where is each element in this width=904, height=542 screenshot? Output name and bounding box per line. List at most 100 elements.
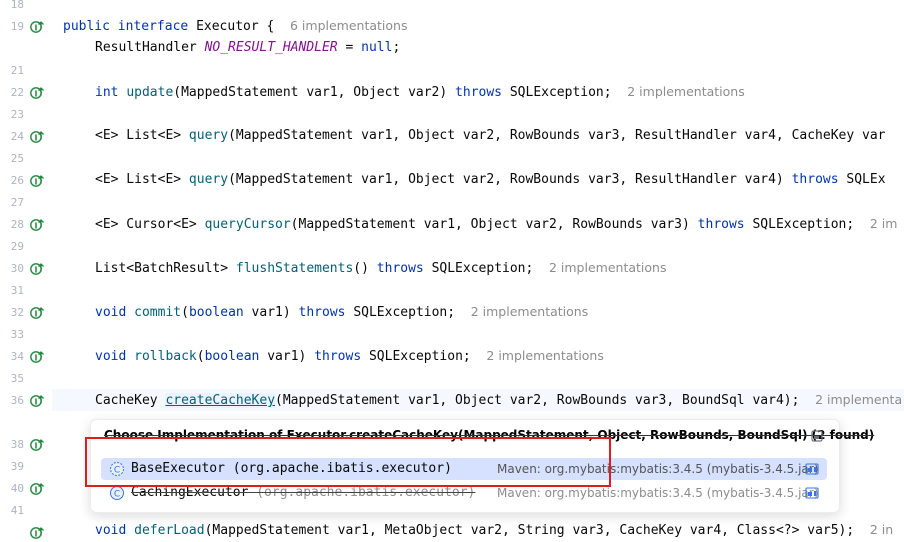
code-line-defer-load[interactable]: void deferLoad(MappedStatement var1, Met… [95,519,893,541]
class-icon: C [110,486,124,500]
keyword: throws [314,349,362,364]
implemented-method-icon[interactable]: I [29,217,45,233]
line-number: 24 [10,130,24,143]
keyword: interface [117,19,189,34]
line-number: 41 [10,504,24,517]
exception: SQLException; [744,217,855,232]
keyword: throws [455,85,503,100]
svg-text:I: I [35,178,38,187]
params: var1) [243,305,299,320]
implemented-method-icon[interactable]: I [29,19,45,35]
implemented-method-icon[interactable]: I [29,481,45,497]
code-line-interface-decl[interactable]: public interface Executor { 6 implementa… [63,15,407,37]
keyword: boolean [188,305,244,320]
params: (MappedStatement var1, Object var2) [173,85,456,100]
line-number: 35 [10,372,24,385]
line-number: 30 [10,262,24,275]
implementations-hint[interactable]: 2 implementations [627,84,744,99]
implemented-method-icon[interactable]: I [29,525,45,541]
implemented-method-icon[interactable]: I [29,173,45,189]
implemented-method-icon[interactable]: I [29,85,45,101]
maven-location: Maven: org.mybatis:mybatis:3.4.5 (mybati… [497,462,819,476]
line-number: 38 [10,438,24,451]
line-number: 32 [10,306,24,319]
implementations-hint[interactable]: 2 implementations [486,348,603,363]
keyword: public [63,19,110,34]
method-name: query [188,172,229,187]
line-number: 28 [10,218,24,231]
implementations-hint[interactable]: 2 implementa [815,392,902,407]
implemented-method-icon[interactable]: I [29,305,45,321]
line-number: 22 [10,86,24,99]
code-line-query[interactable]: <E> List<E> query(MappedStatement var1, … [95,125,886,147]
svg-text:I: I [35,266,38,275]
code-line-flush-statements[interactable]: List<BatchResult> flushStatements() thro… [95,257,666,279]
keyword: boolean [204,349,260,364]
method-name-link[interactable]: createCacheKey [165,393,276,408]
line-number: 34 [10,350,24,363]
keyword: void [95,305,127,320]
exception: SQLException; [345,305,456,320]
implementations-hint[interactable]: 2 implementations [549,260,666,275]
open-in-find-window-icon[interactable] [811,430,823,442]
return-type: List<BatchResult> [95,261,236,276]
params: () [353,261,377,276]
method-name: rollback [134,349,197,364]
svg-text:C: C [114,465,120,475]
code-line-query-cursor[interactable]: <E> Cursor<E> queryCursor(MappedStatemen… [95,213,897,235]
params: var1) [259,349,315,364]
line-number: 36 [10,394,24,407]
implementation-name-row: BaseExecutor (org.apache.ibatis.executor… [131,458,452,480]
choose-implementation-popup[interactable]: Choose Implementation of Executor.create… [90,419,874,513]
implementations-hint[interactable]: 2 in [870,522,893,537]
keyword: int [95,85,119,100]
editor-gutter: 18 19 21 22 23 24 25 26 27 28 29 30 31 3… [0,0,52,539]
svg-text:I: I [35,310,38,319]
line-number: 19 [10,20,24,33]
params: (MappedStatement var1, Object var2, RowB… [228,172,792,187]
params: (MappedStatement var1, Object var2, RowB… [228,128,886,143]
jar-library-icon [805,487,819,499]
implementations-hint[interactable]: 2 im [870,216,898,231]
line-number: 29 [10,240,24,253]
implemented-method-icon[interactable]: I [29,261,45,277]
package-name: (org.apache.ibatis.executor) [224,461,452,476]
params: (MappedStatement var1, Object var2, RowB… [275,393,800,408]
exception: SQLException; [361,349,471,364]
method-name: queryCursor [204,217,291,232]
keyword: null [361,40,393,55]
keyword: void [95,523,127,538]
implementations-hint[interactable]: 6 implementations [290,18,407,33]
implementation-item-base-executor[interactable]: C BaseExecutor (org.apache.ibatis.execut… [101,458,827,480]
exception: SQLException; [502,85,612,100]
method-name: flushStatements [235,261,354,276]
implemented-method-icon[interactable]: I [29,437,45,453]
params: (MappedStatement var1, MetaObject var2, … [204,523,855,538]
keyword: throws [298,305,346,320]
line-number: 27 [10,196,24,209]
method-name: deferLoad [134,523,205,538]
jar-library-icon [805,463,819,475]
exception: SQLException; [423,261,534,276]
keyword: throws [376,261,424,276]
code-line-query-2[interactable]: <E> List<E> query(MappedStatement var1, … [95,169,886,191]
line-number: 23 [10,108,24,121]
return-type: <E> Cursor<E> [95,217,205,232]
implemented-method-icon[interactable]: I [29,129,45,145]
code-line-create-cache-key[interactable]: CacheKey createCacheKey(MappedStatement … [95,389,902,411]
code-line-rollback[interactable]: void rollback(boolean var1) throws SQLEx… [95,345,604,367]
implemented-method-icon[interactable]: I [29,393,45,409]
code-line-update[interactable]: int update(MappedStatement var1, Object … [95,81,745,103]
line-number: 40 [10,482,24,495]
implementation-item-caching-executor[interactable]: C CachingExecutor (org.apache.ibatis.exe… [101,482,827,504]
line-number: 21 [10,64,24,77]
implemented-method-icon[interactable]: I [29,349,45,365]
code-line-commit[interactable]: void commit(boolean var1) throws SQLExce… [95,301,588,323]
popup-title: Choose Implementation of Executor.create… [104,428,875,442]
return-type: <E> List<E> [95,172,189,187]
code-line-field[interactable]: ResultHandler NO_RESULT_HANDLER = null; [95,37,400,59]
paren: ( [196,349,205,364]
implementations-hint[interactable]: 2 implementations [471,304,588,319]
abstract-class-icon: C [110,462,124,476]
